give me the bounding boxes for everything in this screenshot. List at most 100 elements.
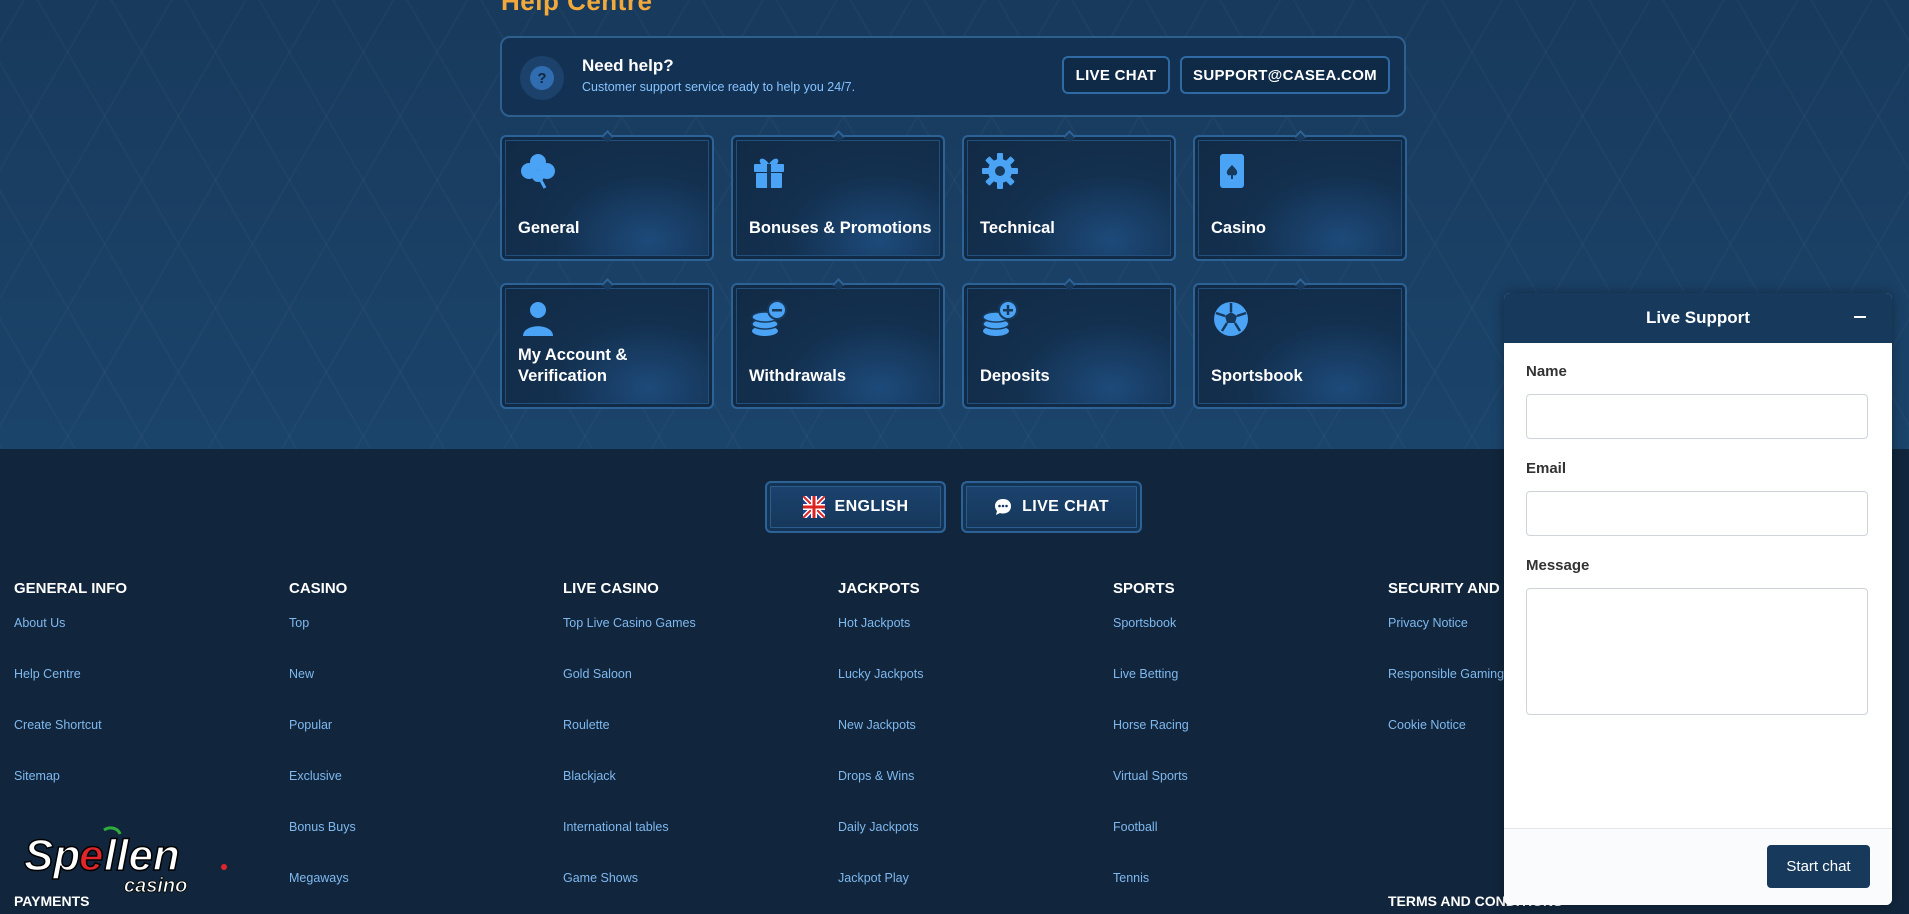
- svg-text:e: e: [79, 831, 103, 880]
- footer-link[interactable]: Gold Saloon: [563, 667, 696, 718]
- footer-column-heading: SECURITY AND P: [1388, 580, 1514, 597]
- support-email-button[interactable]: SUPPORT@CASEA.COM: [1180, 56, 1390, 94]
- footer-link[interactable]: Megaways: [289, 871, 356, 914]
- help-question-icon: ?: [520, 56, 564, 100]
- footer-actions: ENGLISH LIVE CHAT: [765, 481, 1142, 533]
- category-casino[interactable]: Casino: [1193, 130, 1407, 261]
- category-label: Casino: [1211, 219, 1267, 237]
- category-label: Deposits: [980, 367, 1050, 385]
- gear-icon: [982, 153, 1018, 189]
- footer-column-heading: JACKPOTS: [838, 580, 920, 597]
- language-label: ENGLISH: [834, 498, 909, 515]
- footer-link[interactable]: Cookie Notice: [1388, 718, 1514, 769]
- name-label: Name: [1526, 363, 1567, 380]
- footer-link[interactable]: Drops & Wins: [838, 769, 923, 820]
- live-support-widget: Live Support Name Email Message Start ch…: [1504, 293, 1892, 905]
- footer-link[interactable]: Blackjack: [563, 769, 696, 820]
- payments-heading: PAYMENTS: [14, 893, 90, 909]
- footer-link[interactable]: Live Betting: [1113, 667, 1189, 718]
- footer-link[interactable]: Help Centre: [14, 667, 127, 718]
- footer-link[interactable]: Exclusive: [289, 769, 356, 820]
- footer-link[interactable]: Top: [289, 616, 356, 667]
- category-deposits[interactable]: Deposits: [962, 278, 1176, 409]
- need-help-banner: ? Need help? Customer support service re…: [500, 36, 1406, 117]
- footer-link[interactable]: Sportsbook: [1113, 616, 1189, 667]
- category-account-verification[interactable]: My Account & Verification: [500, 278, 714, 409]
- playing-card-icon: [1220, 154, 1244, 188]
- footer-column-sports: SPORTS Sportsbook Live Betting Horse Rac…: [1113, 580, 1189, 914]
- widget-header: Live Support: [1504, 293, 1892, 343]
- footer-link[interactable]: Sitemap: [14, 769, 127, 820]
- coins-minus-icon: [751, 300, 787, 336]
- footer-link[interactable]: Football: [1113, 820, 1189, 871]
- email-input[interactable]: [1526, 491, 1868, 536]
- footer-link[interactable]: Privacy Notice: [1388, 616, 1514, 667]
- footer-column-live-casino: LIVE CASINO Top Live Casino Games Gold S…: [563, 580, 696, 914]
- spellen-casino-logo: Sp e llen casino: [24, 826, 227, 896]
- footer-link[interactable]: Roulette: [563, 718, 696, 769]
- category-label: Sportsbook: [1211, 367, 1303, 385]
- language-button[interactable]: ENGLISH: [765, 481, 946, 533]
- footer-link[interactable]: Game Shows: [563, 871, 696, 914]
- page-title: Help Centre: [501, 0, 653, 16]
- footer-link[interactable]: About Us: [14, 616, 127, 667]
- category-withdrawals[interactable]: Withdrawals: [731, 278, 945, 409]
- footer-column-heading: SPORTS: [1113, 580, 1175, 597]
- category-label: Withdrawals: [749, 367, 847, 385]
- footer-link[interactable]: New: [289, 667, 356, 718]
- footer-link[interactable]: New Jackpots: [838, 718, 923, 769]
- minimize-icon[interactable]: [1854, 316, 1866, 318]
- footer-column-heading: CASINO: [289, 580, 348, 597]
- footer-link[interactable]: Bonus Buys: [289, 820, 356, 871]
- footer-link[interactable]: Responsible Gaming: [1388, 667, 1514, 718]
- coins-plus-icon: [982, 300, 1018, 336]
- category-bonuses-promotions[interactable]: Bonuses & Promotions: [731, 130, 945, 261]
- email-label: Email: [1526, 460, 1567, 477]
- category-label: General: [518, 219, 580, 237]
- footer-link[interactable]: Virtual Sports: [1113, 769, 1189, 820]
- widget-form: Name Email Message: [1504, 343, 1892, 715]
- message-label: Message: [1526, 557, 1590, 574]
- footer-link[interactable]: Top Live Casino Games: [563, 616, 696, 667]
- footer-column-heading: GENERAL INFO: [14, 580, 128, 597]
- svg-text:Sp: Sp: [24, 831, 80, 880]
- chat-bubble-icon: [995, 499, 1012, 515]
- footer-link[interactable]: International tables: [563, 820, 696, 871]
- footer-link[interactable]: Create Shortcut: [14, 718, 127, 769]
- footer-column-general-info: GENERAL INFO About Us Help Centre Create…: [14, 580, 127, 820]
- category-label: Bonuses & Promotions: [749, 219, 932, 237]
- svg-text:llen: llen: [104, 831, 180, 880]
- help-category-grid: General Bonuses & Promotions Technical C…: [500, 130, 1407, 409]
- footer-link[interactable]: Jackpot Play: [838, 871, 923, 914]
- category-sportsbook[interactable]: Sportsbook: [1193, 278, 1407, 409]
- uk-flag-icon: [802, 496, 825, 518]
- footer-link[interactable]: Daily Jackpots: [838, 820, 923, 871]
- clover-icon: [521, 154, 555, 189]
- widget-title: Live Support: [1646, 308, 1750, 327]
- footer-link[interactable]: Lucky Jackpots: [838, 667, 923, 718]
- footer-column-jackpots: JACKPOTS Hot Jackpots Lucky Jackpots New…: [838, 580, 923, 914]
- footer-link[interactable]: Tennis: [1113, 871, 1189, 914]
- gift-icon: [754, 158, 784, 188]
- footer-live-chat-button[interactable]: LIVE CHAT: [961, 481, 1142, 533]
- footer-link[interactable]: Hot Jackpots: [838, 616, 923, 667]
- category-label: Technical: [980, 219, 1055, 237]
- footer-link[interactable]: Popular: [289, 718, 356, 769]
- soccer-ball-icon: [1214, 302, 1248, 336]
- svg-text:casino: casino: [124, 875, 187, 896]
- footer-column-heading: LIVE CASINO: [563, 580, 659, 597]
- user-icon: [523, 302, 553, 336]
- footer-column-security: SECURITY AND P Privacy Notice Responsibl…: [1388, 580, 1514, 769]
- widget-footer: Start chat: [1504, 828, 1892, 905]
- category-technical[interactable]: Technical: [962, 130, 1176, 261]
- live-chat-label: LIVE CHAT: [1022, 498, 1109, 515]
- footer-link[interactable]: Horse Racing: [1113, 718, 1189, 769]
- category-general[interactable]: General: [500, 130, 714, 261]
- name-input[interactable]: [1526, 394, 1868, 439]
- live-chat-button[interactable]: LIVE CHAT: [1062, 56, 1170, 94]
- footer-column-casino: CASINO Top New Popular Exclusive Bonus B…: [289, 580, 356, 914]
- category-label: My Account & Verification: [518, 346, 628, 385]
- message-textarea[interactable]: [1526, 588, 1868, 715]
- need-help-title: Need help?: [582, 56, 674, 75]
- start-chat-button[interactable]: Start chat: [1767, 845, 1870, 888]
